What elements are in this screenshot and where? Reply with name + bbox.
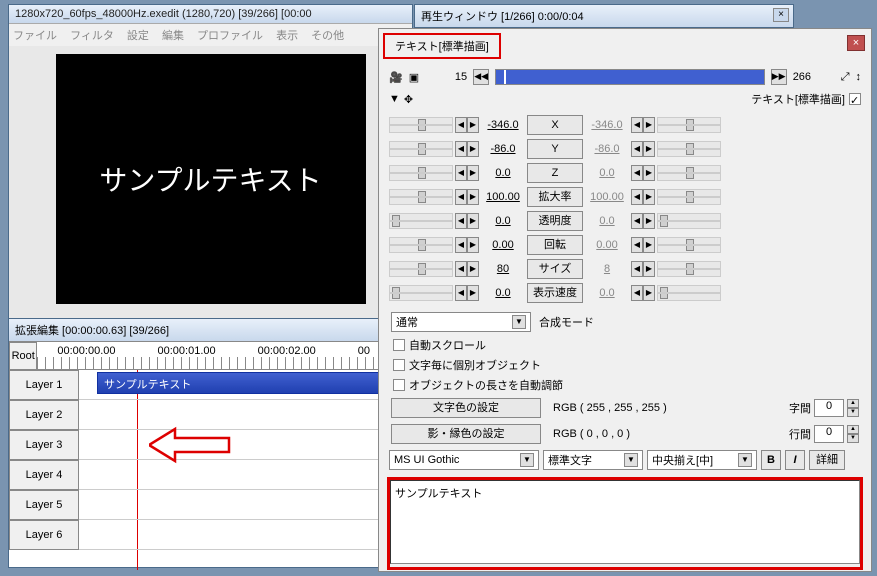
menu-settings[interactable]: 設定 xyxy=(127,30,149,42)
param-label-button[interactable]: X xyxy=(527,115,583,135)
time-label: 00:00:02.00 xyxy=(258,345,316,357)
move-icon[interactable]: ✥ xyxy=(404,93,413,106)
shadow-color-button[interactable]: 影・縁色の設定 xyxy=(391,424,541,444)
menu-profile[interactable]: プロファイル xyxy=(197,30,263,42)
param-row-rotation: ◀▶ 0.00 回転 0.00 ◀▶ xyxy=(389,233,861,257)
property-close-button[interactable]: × xyxy=(847,35,865,51)
layer-label-6[interactable]: Layer 6 xyxy=(9,520,79,550)
font-combo[interactable]: MS UI Gothic▼ xyxy=(389,450,539,470)
seek-prev-button[interactable]: ◀◀ xyxy=(473,69,489,85)
property-tab[interactable]: テキスト[標準描画] xyxy=(383,33,501,59)
spin-right-up[interactable]: ▶ xyxy=(643,117,655,133)
param-row-speed: ◀▶ 0.0 表示速度 0.0 ◀▶ xyxy=(389,281,861,305)
seek-track[interactable] xyxy=(495,69,765,85)
param-row-y: ◀▶ -86.0 Y -86.0 ◀▶ xyxy=(389,137,861,161)
menu-edit[interactable]: 編集 xyxy=(162,30,184,42)
preview-area: サンプルテキスト xyxy=(56,54,366,304)
timeline-title[interactable]: 拡張編集 [00:00:00.63] [39/266] xyxy=(9,319,412,342)
val-right[interactable]: -346.0 xyxy=(585,119,629,131)
menu-view[interactable]: 表示 xyxy=(276,30,298,42)
param-row-scale: ◀▶ 100.00 拡大率 100.00 ◀▶ xyxy=(389,185,861,209)
bold-button[interactable]: B xyxy=(761,450,781,470)
frame-start: 15 xyxy=(425,71,467,83)
object-type-label: テキスト[標準描画] xyxy=(751,91,845,107)
blend-mode-label: 合成モード xyxy=(539,314,594,330)
timeline-window: 拡張編集 [00:00:00.63] [39/266] Root 00:00:0… xyxy=(8,318,413,568)
slider-left[interactable] xyxy=(389,117,453,133)
text-color-rgb: RGB ( 255 , 255 , 255 ) xyxy=(553,402,667,414)
time-label: 00:00:00.00 xyxy=(57,345,115,357)
timeline-ruler[interactable]: 00:00:00.00 00:00:01.00 00:00:02.00 00 xyxy=(37,342,412,370)
menu-file[interactable]: ファイル xyxy=(13,30,57,42)
val-right[interactable]: -86.0 xyxy=(585,143,629,155)
root-button[interactable]: Root xyxy=(9,342,37,370)
val-left[interactable]: -86.0 xyxy=(481,143,525,155)
align-combo[interactable]: 中央揃え[中]▼ xyxy=(647,450,757,470)
text-input-highlight xyxy=(387,477,863,570)
enable-checkbox[interactable]: ✓ xyxy=(849,93,861,105)
spin-left-up[interactable]: ▶ xyxy=(467,117,479,133)
layer-track-6[interactable] xyxy=(79,520,412,550)
time-label: 00:00:01.00 xyxy=(158,345,216,357)
param-row-opacity: ◀▶ 0.0 透明度 0.0 ◀▶ xyxy=(389,209,861,233)
layer-track-4[interactable] xyxy=(79,460,412,490)
layer-track-5[interactable] xyxy=(79,490,412,520)
options-icon[interactable]: ↕ xyxy=(856,71,862,83)
layer-label-4[interactable]: Layer 4 xyxy=(9,460,79,490)
slider-right[interactable] xyxy=(657,141,721,157)
playback-window: 再生ウィンドウ [1/266] 0:00/0:04 × xyxy=(414,4,794,28)
spin-right-down[interactable]: ◀ xyxy=(631,117,643,133)
layer-label-2[interactable]: Layer 2 xyxy=(9,400,79,430)
line-spacing-label: 行間 xyxy=(789,426,811,442)
menu-filter[interactable]: フィルタ xyxy=(70,30,114,42)
check-per-char[interactable] xyxy=(393,359,405,371)
property-window: テキスト[標準描画] × 🎥 ▣ 15 ◀◀ ▶▶ 266 ⤢ ↕ ▼ ✥ テキ… xyxy=(378,28,872,572)
italic-button[interactable]: I xyxy=(785,450,805,470)
text-input[interactable] xyxy=(390,480,860,564)
toggle-icon[interactable]: ▣ xyxy=(409,71,419,84)
blend-mode-combo[interactable]: 通常▼ xyxy=(391,312,531,332)
playback-title: 再生ウィンドウ [1/266] 0:00/0:04 xyxy=(421,11,584,23)
layer-track-2[interactable] xyxy=(79,400,412,430)
playback-close-button[interactable]: × xyxy=(773,8,789,22)
detail-button[interactable]: 詳細 xyxy=(809,450,845,470)
layer-label-1[interactable]: Layer 1 xyxy=(9,370,79,400)
line-spacing-input[interactable]: 0 xyxy=(814,425,844,443)
text-color-button[interactable]: 文字色の設定 xyxy=(391,398,541,418)
slider-right[interactable] xyxy=(657,117,721,133)
spin-left-down[interactable]: ◀ xyxy=(455,117,467,133)
time-label: 00 xyxy=(358,345,370,357)
param-row-size: ◀▶ 80 サイズ 8 ◀▶ xyxy=(389,257,861,281)
val-left[interactable]: -346.0 xyxy=(481,119,525,131)
layer-track-3[interactable] xyxy=(79,430,412,460)
camera-icon[interactable]: 🎥 xyxy=(389,71,403,84)
menu-other[interactable]: その他 xyxy=(311,30,344,42)
layer-label-3[interactable]: Layer 3 xyxy=(9,430,79,460)
font-style-combo[interactable]: 標準文字▼ xyxy=(543,450,643,470)
slider-left[interactable] xyxy=(389,141,453,157)
timeline-text-object[interactable]: サンプルテキスト xyxy=(97,372,387,394)
collapse-icon[interactable]: ▼ xyxy=(389,93,400,105)
menu-bar: ファイル フィルタ 設定 編集 プロファイル 表示 その他 xyxy=(9,24,412,46)
param-row-x: ◀▶ -346.0 X -346.0 ◀▶ xyxy=(389,113,861,137)
layer-track-1[interactable]: サンプルテキスト xyxy=(79,370,412,400)
param-row-z: ◀▶ 0.0 Z 0.0 ◀▶ xyxy=(389,161,861,185)
preview-text: サンプルテキスト xyxy=(99,159,321,199)
check-auto-length[interactable] xyxy=(393,379,405,391)
check-autoscroll[interactable] xyxy=(393,339,405,351)
main-window: 1280x720_60fps_48000Hz.exedit (1280,720)… xyxy=(8,4,413,324)
param-label-button[interactable]: Y xyxy=(527,139,583,159)
expand-icon[interactable]: ⤢ xyxy=(841,71,850,84)
seek-next-button[interactable]: ▶▶ xyxy=(771,69,787,85)
shadow-color-rgb: RGB ( 0 , 0 , 0 ) xyxy=(553,428,630,440)
main-title-bar[interactable]: 1280x720_60fps_48000Hz.exedit (1280,720)… xyxy=(9,5,412,24)
char-spacing-input[interactable]: 0 xyxy=(814,399,844,417)
frame-end: 266 xyxy=(793,71,835,83)
char-spacing-label: 字間 xyxy=(789,400,811,416)
layer-label-5[interactable]: Layer 5 xyxy=(9,490,79,520)
parameter-list: ◀▶ -346.0 X -346.0 ◀▶ ◀▶ -86.0 Y -86.0 ◀… xyxy=(379,109,871,309)
